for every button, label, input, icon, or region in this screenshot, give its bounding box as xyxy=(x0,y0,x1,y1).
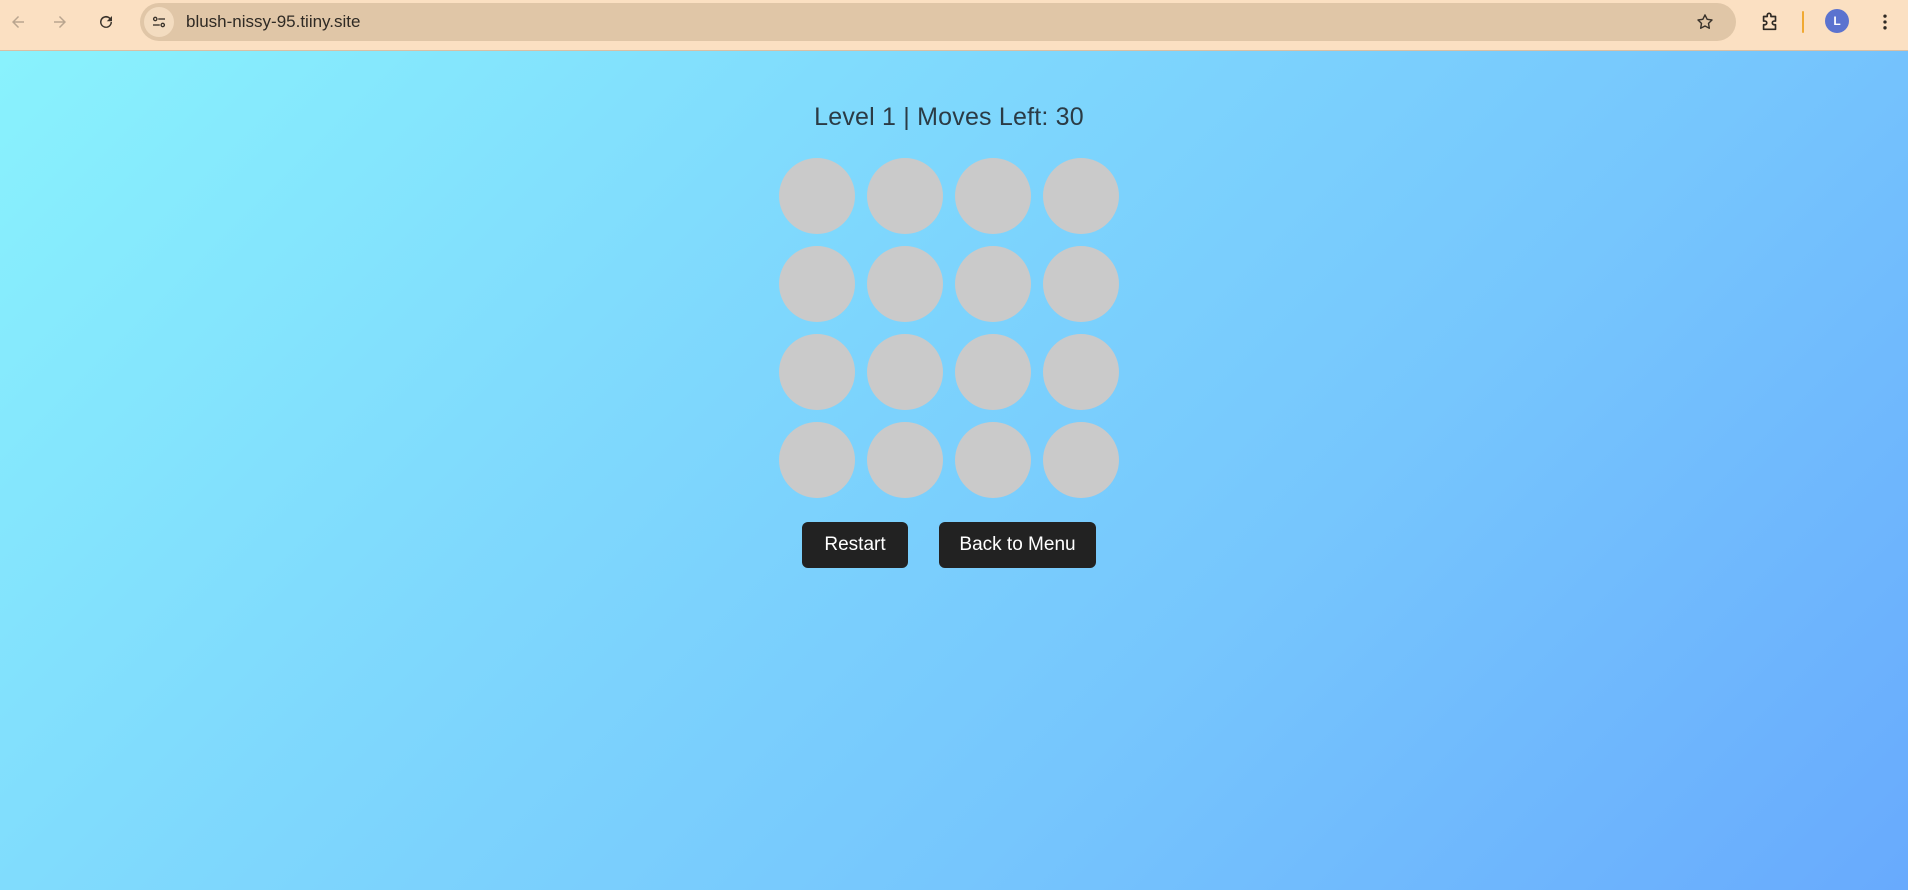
grid-cell[interactable] xyxy=(779,158,855,234)
bookmark-button[interactable] xyxy=(1692,9,1718,35)
grid-cell[interactable] xyxy=(1043,158,1119,234)
grid-cell[interactable] xyxy=(779,422,855,498)
grid-cell[interactable] xyxy=(779,334,855,410)
toolbar-divider xyxy=(1802,11,1804,33)
reload-icon xyxy=(100,15,112,28)
extensions-button[interactable] xyxy=(1756,8,1784,36)
grid-cell[interactable] xyxy=(779,246,855,322)
grid-cell[interactable] xyxy=(1043,334,1119,410)
address-bar[interactable]: blush-nissy-95.tiiny.site xyxy=(140,3,1736,41)
game-board xyxy=(779,158,1119,498)
reload-button[interactable] xyxy=(90,6,122,38)
back-button[interactable] xyxy=(2,6,34,38)
grid-cell[interactable] xyxy=(867,246,943,322)
grid-cell[interactable] xyxy=(867,422,943,498)
arrow-left-icon xyxy=(12,16,24,28)
tune-icon xyxy=(152,16,166,28)
url-text[interactable]: blush-nissy-95.tiiny.site xyxy=(186,12,360,32)
browser-menu-button[interactable] xyxy=(1871,8,1899,36)
browser-toolbar: blush-nissy-95.tiiny.site L xyxy=(0,0,1908,51)
profile-avatar[interactable]: L xyxy=(1825,9,1849,33)
forward-button[interactable] xyxy=(44,6,76,38)
restart-button[interactable]: Restart xyxy=(802,522,908,568)
arrow-right-icon xyxy=(54,16,66,28)
grid-cell[interactable] xyxy=(867,334,943,410)
grid-cell[interactable] xyxy=(867,158,943,234)
puzzle-icon xyxy=(1762,12,1777,31)
grid-cell[interactable] xyxy=(955,246,1031,322)
grid-cell[interactable] xyxy=(1043,246,1119,322)
back-to-menu-button[interactable]: Back to Menu xyxy=(939,522,1096,568)
site-info-button[interactable] xyxy=(144,7,174,37)
grid-cell[interactable] xyxy=(955,158,1031,234)
more-vertical-icon xyxy=(1883,14,1887,30)
game-page: Level 1 | Moves Left: 30 Restart Back to… xyxy=(0,51,1908,890)
grid-cell[interactable] xyxy=(1043,422,1119,498)
grid-cell[interactable] xyxy=(955,334,1031,410)
game-status: Level 1 | Moves Left: 30 xyxy=(814,103,1084,131)
star-icon xyxy=(1697,14,1713,29)
grid-cell[interactable] xyxy=(955,422,1031,498)
